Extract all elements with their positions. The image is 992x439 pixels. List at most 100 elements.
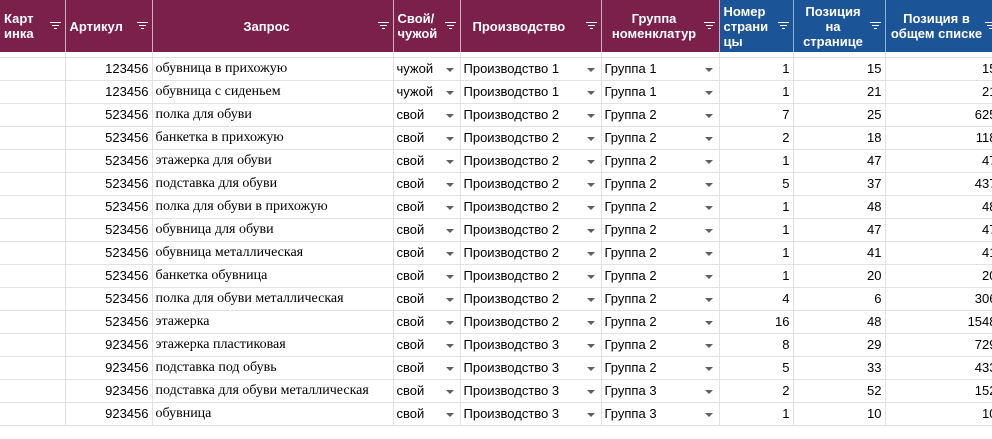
query-cell[interactable]: полка для обуви в прихожую	[152, 195, 394, 219]
position-total-cell[interactable]: 152	[885, 379, 992, 403]
page-number-cell[interactable]: 2	[719, 379, 794, 403]
position-total-cell[interactable]: 47	[885, 218, 992, 242]
dropdown-arrow-icon[interactable]	[586, 366, 595, 371]
dropdown-arrow-icon[interactable]	[586, 297, 595, 302]
production-dropdown[interactable]: Производство 2	[460, 149, 602, 173]
production-dropdown[interactable]: Производство 3	[460, 402, 602, 426]
dropdown-arrow-icon[interactable]	[586, 228, 595, 233]
own-dropdown[interactable]: свой	[393, 379, 461, 403]
position-page-cell[interactable]: 6	[793, 287, 886, 311]
article-cell[interactable]: 523456	[65, 218, 153, 242]
position-total-cell[interactable]: 1548	[885, 310, 992, 334]
position-page-cell[interactable]: 37	[793, 172, 886, 196]
dropdown-arrow-icon[interactable]	[586, 251, 595, 256]
page-number-cell[interactable]: 1	[719, 402, 794, 426]
position-total-cell[interactable]: 433	[885, 356, 992, 380]
article-cell[interactable]: 123456	[65, 80, 153, 104]
page-number-cell[interactable]: 1	[719, 80, 794, 104]
position-total-cell[interactable]: 41	[885, 241, 992, 265]
own-dropdown[interactable]: свой	[393, 172, 461, 196]
position-page-cell[interactable]: 18	[793, 126, 886, 150]
page-number-cell[interactable]: 8	[719, 333, 794, 357]
own-dropdown[interactable]: свой	[393, 264, 461, 288]
position-page-cell[interactable]: 47	[793, 149, 886, 173]
dropdown-arrow-icon[interactable]	[445, 67, 454, 72]
own-dropdown[interactable]: свой	[393, 333, 461, 357]
image-cell[interactable]	[0, 402, 66, 426]
page-number-cell[interactable]: 5	[719, 356, 794, 380]
own-dropdown[interactable]: свой	[393, 126, 461, 150]
header-image[interactable]: Карт инка	[0, 0, 66, 52]
position-page-cell[interactable]: 15	[793, 57, 886, 81]
group-dropdown[interactable]: Группа 2	[601, 103, 720, 127]
production-dropdown[interactable]: Производство 2	[460, 218, 602, 242]
image-cell[interactable]	[0, 218, 66, 242]
position-page-cell[interactable]: 48	[793, 310, 886, 334]
image-cell[interactable]	[0, 310, 66, 334]
page-number-cell[interactable]: 1	[719, 241, 794, 265]
article-cell[interactable]: 923456	[65, 379, 153, 403]
position-total-cell[interactable]: 21	[885, 80, 992, 104]
header-article[interactable]: Артикул	[65, 0, 153, 52]
position-page-cell[interactable]: 52	[793, 379, 886, 403]
own-dropdown[interactable]: свой	[393, 402, 461, 426]
own-dropdown[interactable]: свой	[393, 218, 461, 242]
own-dropdown[interactable]: свой	[393, 103, 461, 127]
header-production[interactable]: Производство	[460, 0, 602, 52]
query-cell[interactable]: обувница	[152, 402, 394, 426]
dropdown-arrow-icon[interactable]	[445, 136, 454, 141]
production-dropdown[interactable]: Производство 2	[460, 241, 602, 265]
dropdown-arrow-icon[interactable]	[445, 389, 454, 394]
article-cell[interactable]: 923456	[65, 402, 153, 426]
position-total-cell[interactable]: 10	[885, 402, 992, 426]
dropdown-arrow-icon[interactable]	[445, 90, 454, 95]
query-cell[interactable]: обувница для обуви	[152, 218, 394, 242]
group-dropdown[interactable]: Группа 2	[601, 218, 720, 242]
dropdown-arrow-icon[interactable]	[704, 251, 713, 256]
header-position-total[interactable]: Позиция в общем списке	[885, 0, 992, 52]
dropdown-arrow-icon[interactable]	[586, 113, 595, 118]
dropdown-arrow-icon[interactable]	[445, 320, 454, 325]
query-cell[interactable]: полка для обуви металлическая	[152, 287, 394, 311]
production-dropdown[interactable]: Производство 2	[460, 310, 602, 334]
query-cell[interactable]: подставка для обуви	[152, 172, 394, 196]
filter-icon[interactable]	[377, 22, 389, 30]
header-group[interactable]: Группа номенклатур	[601, 0, 720, 52]
image-cell[interactable]	[0, 379, 66, 403]
image-cell[interactable]	[0, 126, 66, 150]
article-cell[interactable]: 523456	[65, 103, 153, 127]
dropdown-arrow-icon[interactable]	[586, 412, 595, 417]
group-dropdown[interactable]: Группа 2	[601, 310, 720, 334]
position-page-cell[interactable]: 33	[793, 356, 886, 380]
production-dropdown[interactable]: Производство 3	[460, 333, 602, 357]
group-dropdown[interactable]: Группа 2	[601, 287, 720, 311]
production-dropdown[interactable]: Производство 2	[460, 172, 602, 196]
dropdown-arrow-icon[interactable]	[586, 320, 595, 325]
image-cell[interactable]	[0, 333, 66, 357]
own-dropdown[interactable]: свой	[393, 310, 461, 334]
filter-icon[interactable]	[777, 22, 789, 30]
dropdown-arrow-icon[interactable]	[445, 297, 454, 302]
dropdown-arrow-icon[interactable]	[586, 90, 595, 95]
dropdown-arrow-icon[interactable]	[445, 343, 454, 348]
group-dropdown[interactable]: Группа 1	[601, 80, 720, 104]
position-page-cell[interactable]: 25	[793, 103, 886, 127]
position-page-cell[interactable]: 10	[793, 402, 886, 426]
article-cell[interactable]: 523456	[65, 195, 153, 219]
position-total-cell[interactable]: 437	[885, 172, 992, 196]
query-cell[interactable]: этажерка	[152, 310, 394, 334]
position-total-cell[interactable]: 47	[885, 149, 992, 173]
group-dropdown[interactable]: Группа 2	[601, 172, 720, 196]
dropdown-arrow-icon[interactable]	[586, 67, 595, 72]
filter-icon[interactable]	[984, 22, 992, 30]
filter-icon[interactable]	[703, 22, 715, 30]
own-dropdown[interactable]: свой	[393, 287, 461, 311]
dropdown-arrow-icon[interactable]	[445, 366, 454, 371]
dropdown-arrow-icon[interactable]	[704, 343, 713, 348]
page-number-cell[interactable]: 1	[719, 57, 794, 81]
image-cell[interactable]	[0, 195, 66, 219]
production-dropdown[interactable]: Производство 3	[460, 379, 602, 403]
dropdown-arrow-icon[interactable]	[704, 205, 713, 210]
query-cell[interactable]: этажерка пластиковая	[152, 333, 394, 357]
dropdown-arrow-icon[interactable]	[586, 205, 595, 210]
